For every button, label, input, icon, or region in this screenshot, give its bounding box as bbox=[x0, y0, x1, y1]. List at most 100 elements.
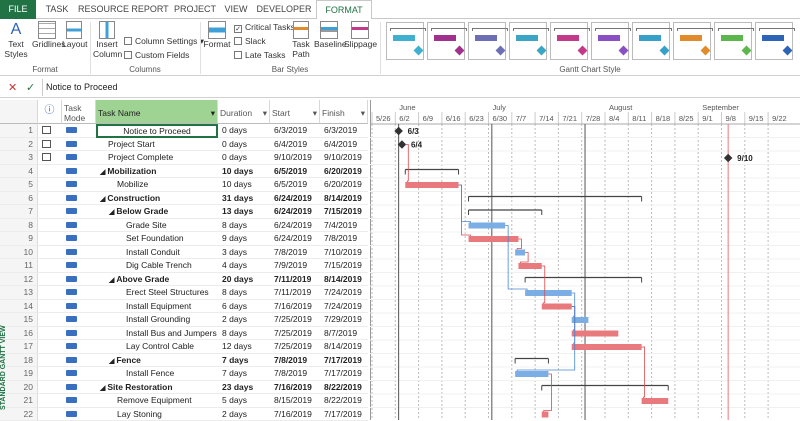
task-name-cell[interactable]: Set Foundation bbox=[96, 232, 218, 246]
table-row[interactable]: 16Install Bus and Jumpers8 days7/25/2019… bbox=[0, 327, 368, 341]
start-cell[interactable]: 7/25/2019 bbox=[270, 327, 320, 341]
tab-format[interactable]: FORMAT bbox=[316, 0, 372, 20]
task-name-cell[interactable]: ◢ Site Restoration bbox=[96, 381, 218, 395]
duration-column-header[interactable]: Duration▾ bbox=[218, 100, 270, 124]
dropdown-arrow-icon[interactable]: ▾ bbox=[361, 108, 365, 118]
task-name-cell[interactable]: Install Bus and Jumpers bbox=[96, 327, 218, 341]
table-row[interactable]: 15Install Grounding2 days7/25/20197/29/2… bbox=[0, 313, 368, 327]
gridlines-button[interactable]: Gridlines bbox=[32, 21, 62, 49]
duration-cell[interactable]: 3 days bbox=[218, 246, 270, 260]
duration-cell[interactable]: 0 days bbox=[218, 151, 270, 165]
table-row[interactable]: 19Install Fence7 days7/8/20197/17/2019 bbox=[0, 367, 368, 381]
task-mode-cell[interactable] bbox=[62, 124, 96, 138]
finish-cell[interactable]: 8/22/2019 bbox=[320, 394, 368, 408]
start-cell[interactable]: 6/4/2019 bbox=[270, 138, 320, 152]
critical-tasks-checkbox[interactable]: ✓Critical Tasks bbox=[234, 22, 295, 33]
row-number[interactable]: 13 bbox=[0, 286, 38, 300]
row-number[interactable]: 10 bbox=[0, 246, 38, 260]
task-mode-cell[interactable] bbox=[62, 367, 96, 381]
duration-cell[interactable]: 8 days bbox=[218, 219, 270, 233]
finish-cell[interactable]: 6/3/2019 bbox=[320, 124, 368, 138]
gantt-style-option[interactable] bbox=[673, 22, 711, 60]
gantt-style-option[interactable] bbox=[714, 22, 752, 60]
task-name-cell[interactable]: Mobilize bbox=[96, 178, 218, 192]
start-cell[interactable]: 7/11/2019 bbox=[270, 273, 320, 287]
task-name-cell[interactable]: Dig Cable Trench bbox=[96, 259, 218, 273]
gantt-style-option[interactable] bbox=[632, 22, 670, 60]
column-settings-button[interactable]: Column Settings ▾ bbox=[124, 36, 204, 47]
row-number[interactable]: 3 bbox=[0, 151, 38, 165]
start-cell[interactable]: 7/16/2019 bbox=[270, 408, 320, 421]
task-name-cell[interactable]: Install Fence bbox=[96, 367, 218, 381]
finish-cell[interactable]: 8/7/2019 bbox=[320, 327, 368, 341]
table-row[interactable]: 18◢ Fence7 days7/8/20197/17/2019 bbox=[0, 354, 368, 368]
duration-cell[interactable]: 20 days bbox=[218, 273, 270, 287]
task-mode-cell[interactable] bbox=[62, 408, 96, 421]
table-row[interactable]: 14Install Equipment6 days7/16/20197/24/2… bbox=[0, 300, 368, 314]
duration-cell[interactable]: 7 days bbox=[218, 354, 270, 368]
start-cell[interactable]: 6/24/2019 bbox=[270, 232, 320, 246]
cancel-icon[interactable]: ✕ bbox=[8, 81, 17, 94]
task-mode-cell[interactable] bbox=[62, 151, 96, 165]
row-number[interactable]: 7 bbox=[0, 205, 38, 219]
duration-cell[interactable]: 6 days bbox=[218, 300, 270, 314]
duration-cell[interactable]: 23 days bbox=[218, 381, 270, 395]
tab-task[interactable]: TASK bbox=[40, 0, 74, 19]
duration-cell[interactable]: 7 days bbox=[218, 367, 270, 381]
table-row[interactable]: 6◢ Construction31 days6/24/20198/14/2019 bbox=[0, 192, 368, 206]
finish-cell[interactable]: 8/22/2019 bbox=[320, 381, 368, 395]
start-cell[interactable]: 7/16/2019 bbox=[270, 381, 320, 395]
baseline-button[interactable]: Baseline bbox=[314, 21, 344, 49]
finish-cell[interactable]: 6/20/2019 bbox=[320, 178, 368, 192]
task-mode-cell[interactable] bbox=[62, 394, 96, 408]
task-mode-cell[interactable] bbox=[62, 313, 96, 327]
finish-cell[interactable]: 8/14/2019 bbox=[320, 192, 368, 206]
finish-cell[interactable]: 7/10/2019 bbox=[320, 246, 368, 260]
task-name-cell[interactable]: ◢ Fence bbox=[96, 354, 218, 368]
gantt-style-option[interactable] bbox=[591, 22, 629, 60]
tab-report[interactable]: REPORT bbox=[130, 0, 170, 19]
start-cell[interactable]: 9/10/2019 bbox=[270, 151, 320, 165]
enter-icon[interactable]: ✓ bbox=[26, 81, 35, 94]
table-row[interactable]: 10Install Conduit3 days7/8/20197/10/2019 bbox=[0, 246, 368, 260]
task-name-cell[interactable]: Erect Steel Structures bbox=[96, 286, 218, 300]
dropdown-arrow-icon[interactable]: ▾ bbox=[263, 108, 267, 118]
start-cell[interactable]: 6/5/2019 bbox=[270, 178, 320, 192]
dropdown-arrow-icon[interactable]: ▾ bbox=[211, 108, 215, 118]
finish-cell[interactable]: 7/17/2019 bbox=[320, 367, 368, 381]
start-cell[interactable]: 7/11/2019 bbox=[270, 286, 320, 300]
row-number[interactable]: 8 bbox=[0, 219, 38, 233]
task-name-cell[interactable]: ◢ Mobilization bbox=[96, 165, 218, 179]
task-mode-cell[interactable] bbox=[62, 340, 96, 354]
row-number[interactable]: 12 bbox=[0, 273, 38, 287]
gantt-style-option[interactable] bbox=[386, 22, 424, 60]
task-mode-cell[interactable] bbox=[62, 300, 96, 314]
task-mode-cell[interactable] bbox=[62, 219, 96, 233]
table-row[interactable]: 11Dig Cable Trench4 days7/9/20197/15/201… bbox=[0, 259, 368, 273]
task-name-cell[interactable]: ◢ Construction bbox=[96, 192, 218, 206]
duration-cell[interactable]: 2 days bbox=[218, 408, 270, 421]
start-cell[interactable]: 7/8/2019 bbox=[270, 367, 320, 381]
select-all-corner[interactable] bbox=[0, 100, 38, 124]
start-cell[interactable]: 6/5/2019 bbox=[270, 165, 320, 179]
start-column-header[interactable]: Start▾ bbox=[270, 100, 320, 124]
bar-format-button[interactable]: Format bbox=[203, 21, 231, 49]
tab-project[interactable]: PROJECT bbox=[174, 0, 216, 19]
duration-cell[interactable]: 4 days bbox=[218, 259, 270, 273]
finish-cell[interactable]: 7/15/2019 bbox=[320, 259, 368, 273]
task-mode-column-header[interactable]: Task Mode bbox=[62, 100, 96, 124]
finish-column-header[interactable]: Finish▾ bbox=[320, 100, 368, 124]
custom-fields-button[interactable]: Custom Fields bbox=[124, 50, 189, 60]
start-cell[interactable]: 7/25/2019 bbox=[270, 340, 320, 354]
finish-cell[interactable]: 7/29/2019 bbox=[320, 313, 368, 327]
task-name-cell[interactable]: ◢ Above Grade bbox=[96, 273, 218, 287]
row-number[interactable]: 14 bbox=[0, 300, 38, 314]
task-mode-cell[interactable] bbox=[62, 178, 96, 192]
duration-cell[interactable]: 5 days bbox=[218, 394, 270, 408]
tab-file[interactable]: FILE bbox=[0, 0, 36, 19]
table-row[interactable]: 9Set Foundation9 days6/24/20197/8/2019 bbox=[0, 232, 368, 246]
task-mode-cell[interactable] bbox=[62, 192, 96, 206]
start-cell[interactable]: 6/24/2019 bbox=[270, 219, 320, 233]
finish-cell[interactable]: 7/4/2019 bbox=[320, 219, 368, 233]
tab-view[interactable]: VIEW bbox=[220, 0, 252, 19]
